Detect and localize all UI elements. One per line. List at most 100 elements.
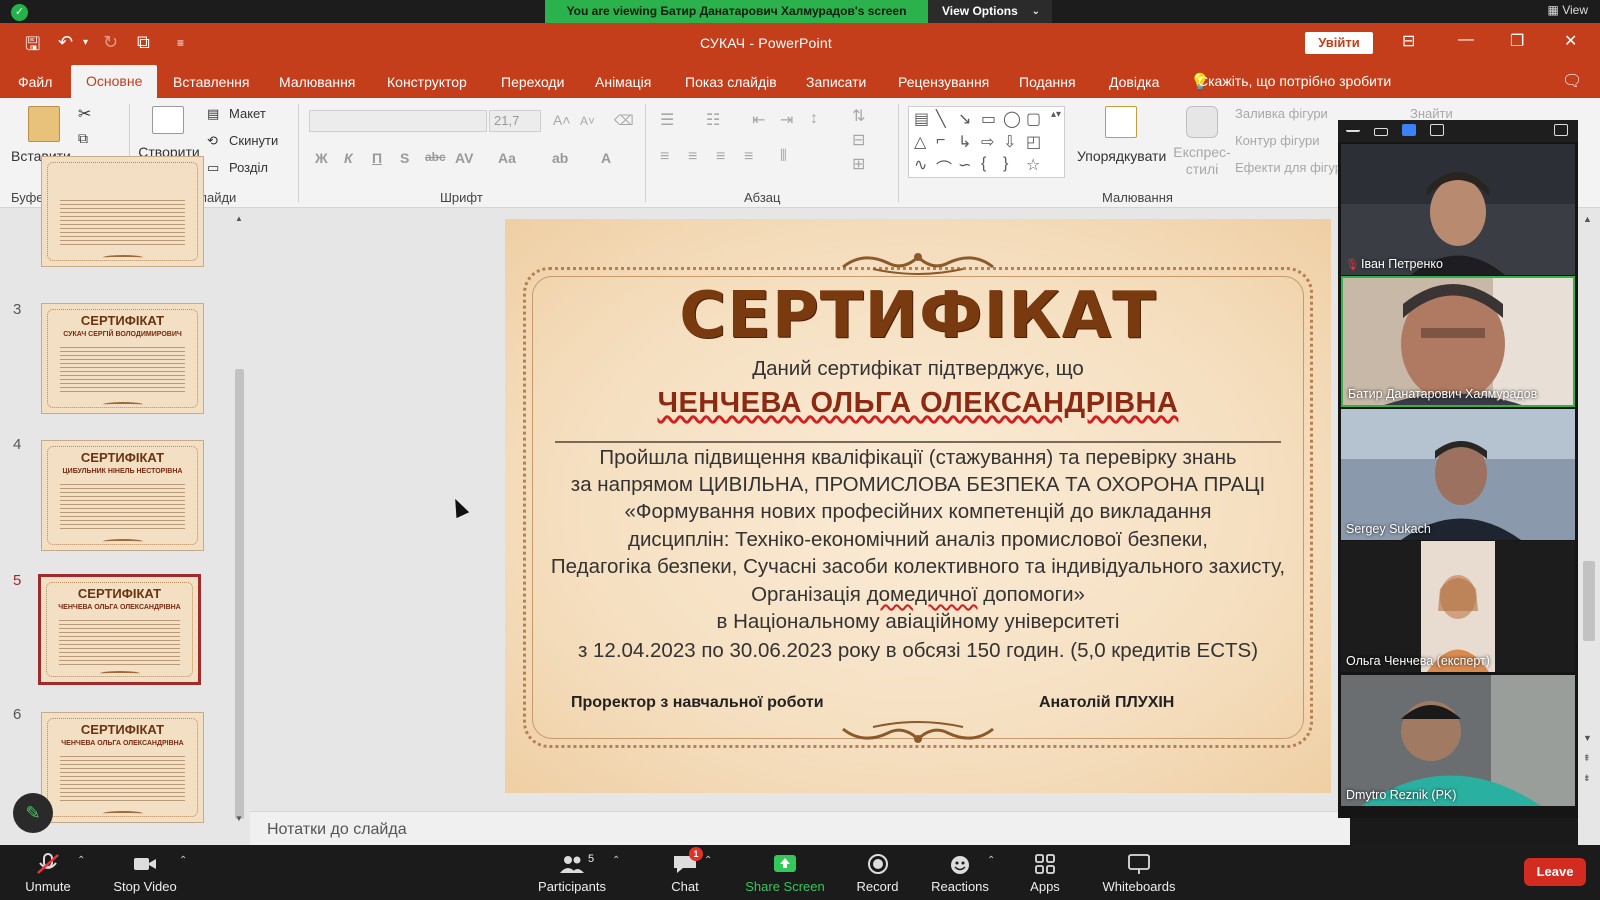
apps-button[interactable]: Apps [1020, 853, 1070, 894]
bullets-icon[interactable]: ☰ [660, 110, 674, 130]
tab-review[interactable]: Рецензування [898, 74, 989, 90]
scroll-down-icon[interactable]: ▼ [1583, 733, 1592, 743]
gallery-grid-icon[interactable] [1430, 124, 1444, 136]
layout-button[interactable]: Макет [229, 106, 266, 121]
curve-shape-icon[interactable]: ∿ [914, 155, 927, 175]
callout-shape-icon[interactable]: ◰ [1026, 132, 1041, 152]
cut-icon[interactable]: ✂ [78, 104, 91, 124]
view-button[interactable]: ▦ View [1548, 3, 1588, 17]
rectangle-shape-icon[interactable]: ▭ [981, 109, 996, 129]
tab-file[interactable]: Файл [18, 74, 52, 90]
section-button[interactable]: Розділ [229, 160, 268, 175]
right-arrow-shape-icon[interactable]: ⇨ [981, 132, 994, 152]
stop-video-button[interactable]: Stop Video [110, 853, 180, 894]
tab-animations[interactable]: Анімація [595, 74, 651, 90]
clear-format-icon[interactable]: ⌫ [614, 112, 634, 129]
slide-canvas[interactable]: СЕРТИФІКАТ Даний сертифікат підтверджує,… [505, 219, 1331, 793]
tab-draw[interactable]: Малювання [279, 74, 355, 90]
connector-shape-icon[interactable]: ⌐ [936, 132, 945, 150]
highlight-icon[interactable]: ab [552, 150, 568, 166]
font-name-field[interactable] [309, 110, 487, 132]
chat-button[interactable]: 1 Chat [660, 847, 710, 894]
triangle-shape-icon[interactable]: △ [914, 132, 926, 152]
columns-icon[interactable]: ⫴ [780, 148, 787, 166]
slide-thumbnail[interactable] [41, 156, 204, 267]
justify-icon[interactable]: ≡ [744, 148, 753, 166]
brace-left-shape-icon[interactable]: { [981, 155, 986, 173]
editor-scrollbar[interactable]: ▲ ▼ ⇞ ⇟ [1578, 208, 1600, 845]
smartart-icon[interactable]: ⊞ [852, 154, 865, 174]
brace-right-shape-icon[interactable]: } [1003, 155, 1008, 173]
customize-qat-icon[interactable]: ≡ [177, 36, 184, 50]
decrease-indent-icon[interactable]: ⇤ [752, 110, 765, 130]
notes-pane[interactable]: Нотатки до слайда [250, 811, 1350, 845]
textbox-shape-icon[interactable]: ▤ [914, 109, 929, 129]
participants-caret-icon[interactable]: ⌃ [612, 855, 620, 866]
align-center-icon[interactable]: ≡ [688, 148, 697, 166]
font-color-icon[interactable]: A [601, 150, 611, 166]
tab-insert[interactable]: Вставлення [173, 74, 250, 90]
comments-icon[interactable]: 🗨 [1562, 71, 1582, 91]
exit-minimized-icon[interactable] [1554, 124, 1568, 136]
shapes-gallery[interactable]: ▤ ╲ ↘ ▭ ◯ ▢ △ ⌐ ↳ ⇨ ⇩ ◰ ∿ ⌒ ∽ { } ☆ ▴▾ [908, 106, 1065, 178]
grow-font-icon[interactable]: A˄ [553, 112, 571, 128]
rounded-rect-shape-icon[interactable]: ▢ [1026, 109, 1041, 129]
shape-fill-button[interactable]: Заливка фігури [1235, 106, 1328, 121]
tab-slideshow[interactable]: Показ слайдів [685, 74, 777, 90]
align-left-icon[interactable]: ≡ [660, 148, 669, 166]
prev-slide-icon[interactable]: ⇞ [1583, 753, 1591, 764]
copy-icon[interactable]: ⧉ [78, 130, 88, 147]
close-icon[interactable]: ✕ [1564, 31, 1577, 51]
thumbnail-scrollbar[interactable]: ▲ ▼ [233, 214, 245, 826]
arrow-shape-icon[interactable]: ↘ [958, 109, 971, 129]
align-right-icon[interactable]: ≡ [716, 148, 725, 166]
reset-button[interactable]: Скинути [229, 133, 278, 148]
undo-icon[interactable]: ↶ [58, 32, 73, 53]
strikethrough-icon[interactable]: abc [425, 150, 446, 164]
unmute-button[interactable]: Unmute [24, 853, 72, 894]
participant-tile-active-speaker[interactable]: Батир Данатарович Халмурадов [1341, 276, 1575, 407]
save-icon[interactable]: 🖫 [25, 32, 40, 62]
shrink-font-icon[interactable]: A˅ [580, 114, 595, 128]
slide-thumbnail[interactable]: СЕРТИФІКАТ ЦИБУЛЬНИК НІНЕЛЬ НЕСТОРІВНА [41, 440, 204, 551]
view-options-button[interactable]: View Options ⌄ [928, 0, 1052, 23]
line-spacing-icon[interactable]: ↕ [810, 110, 818, 128]
video-options-caret-icon[interactable]: ⌃ [179, 855, 187, 866]
reactions-button[interactable]: Reactions [925, 853, 995, 894]
tab-help[interactable]: Довідка [1109, 74, 1159, 90]
minimize-gallery-icon[interactable] [1346, 124, 1360, 132]
shadow-icon[interactable]: S [400, 150, 409, 166]
slide-thumbnail[interactable]: СЕРТИФІКАТ СУКАЧ СЕРГІЙ ВОЛОДИМИРОВИЧ [41, 303, 204, 414]
next-slide-icon[interactable]: ⇟ [1583, 773, 1591, 784]
underline-icon[interactable]: П [372, 150, 382, 166]
spacing-icon[interactable]: AV [455, 150, 473, 166]
leave-button[interactable]: Leave [1524, 858, 1586, 886]
change-case-icon[interactable]: Aa [498, 150, 516, 166]
participants-button[interactable]: 5 Participants [537, 853, 607, 894]
star-shape-icon[interactable]: ☆ [1026, 155, 1040, 175]
bold-icon[interactable]: Ж [315, 150, 328, 166]
scroll-up-icon[interactable]: ▲ [233, 214, 245, 223]
whiteboards-button[interactable]: Whiteboards [1094, 853, 1184, 894]
scrollbar-thumb[interactable] [235, 369, 244, 819]
speaker-view-icon[interactable] [1374, 128, 1388, 136]
participant-tile[interactable]: Ольга Ченчева (експерт) [1341, 541, 1575, 672]
text-direction-icon[interactable]: ⇅ [852, 106, 865, 126]
slide-thumbnail[interactable]: СЕРТИФІКАТ ЧЕНЧЕВА ОЛЬГА ОЛЕКСАНДРІВНА [41, 712, 204, 823]
minimize-icon[interactable]: — [1458, 31, 1474, 49]
down-arrow-shape-icon[interactable]: ⇩ [1003, 132, 1016, 152]
annotate-pen-icon[interactable]: ✎ [13, 793, 53, 833]
find-button[interactable]: Знайти [1410, 106, 1453, 121]
share-screen-button[interactable]: Share Screen [740, 853, 830, 894]
elbow-shape-icon[interactable]: ↳ [958, 132, 971, 152]
tab-record[interactable]: Записати [806, 74, 866, 90]
scrollbar-thumb[interactable] [1583, 561, 1595, 641]
signin-button[interactable]: Увійти [1305, 32, 1373, 54]
shape-outline-button[interactable]: Контур фігури [1235, 133, 1319, 148]
align-text-icon[interactable]: ⊟ [852, 130, 865, 150]
line-shape-icon[interactable]: ╲ [936, 109, 946, 129]
tab-view[interactable]: Подання [1019, 74, 1076, 90]
slide-thumbnail-selected[interactable]: СЕРТИФІКАТ ЧЕНЧЕВА ОЛЬГА ОЛЕКСАНДРІВНА [38, 574, 201, 685]
italic-icon[interactable]: К [344, 150, 353, 166]
font-size-field[interactable]: 21,7 [489, 110, 541, 132]
